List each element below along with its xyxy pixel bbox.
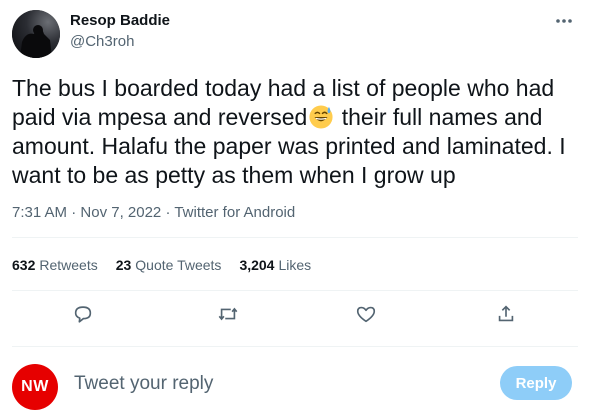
- meta-separator: ·: [67, 204, 81, 221]
- tweet-stats: 632 Retweets 23 Quote Tweets 3,204 Likes: [12, 257, 311, 273]
- like-button[interactable]: [354, 302, 378, 326]
- tweet-time[interactable]: 7:31 AM: [12, 204, 67, 221]
- more-dots-icon: [556, 19, 572, 23]
- tweet-source: Twitter for Android: [174, 204, 296, 221]
- tweet-actions: [0, 300, 590, 328]
- tweet-date[interactable]: Nov 7, 2022: [80, 204, 161, 221]
- likes-stat[interactable]: 3,204 Likes: [239, 257, 311, 273]
- author-name[interactable]: Resop Baddie: [70, 12, 170, 29]
- more-options-button[interactable]: [552, 12, 576, 30]
- retweets-label: Retweets: [39, 257, 98, 273]
- reply-input[interactable]: [74, 370, 474, 398]
- heart-icon: [356, 306, 376, 323]
- reply-button[interactable]: [71, 302, 95, 326]
- share-icon: [498, 305, 514, 322]
- user-avatar[interactable]: NW: [12, 364, 58, 410]
- divider: [12, 290, 578, 291]
- retweets-stat[interactable]: 632 Retweets: [12, 257, 98, 273]
- quote-tweets-stat[interactable]: 23 Quote Tweets: [116, 257, 222, 273]
- retweets-count: 632: [12, 257, 36, 273]
- tweet-text: The bus I boarded today had a list of pe…: [12, 74, 582, 190]
- divider: [12, 237, 578, 238]
- divider: [12, 346, 578, 347]
- quote-tweets-count: 23: [115, 257, 132, 273]
- quote-tweets-label: Quote Tweets: [135, 257, 222, 273]
- reply-submit-button[interactable]: Reply: [500, 366, 572, 400]
- meta-separator: ·: [161, 204, 175, 221]
- tweet-meta: 7:31 AM · Nov 7, 2022 · Twitter for Andr…: [12, 204, 295, 221]
- author-avatar[interactable]: [12, 10, 60, 58]
- grinning-sweat-emoji-icon: [309, 105, 333, 129]
- likes-label: Likes: [278, 257, 312, 273]
- reply-composer: NW Reply: [0, 352, 590, 410]
- speech-bubble-icon: [74, 306, 92, 323]
- likes-count: 3,204: [239, 257, 275, 273]
- retweet-icon: [218, 307, 238, 321]
- share-button[interactable]: [494, 302, 518, 326]
- retweet-button[interactable]: [216, 302, 240, 326]
- avatar-photo-icon: [12, 10, 60, 58]
- author-handle[interactable]: @Ch3roh: [70, 33, 134, 50]
